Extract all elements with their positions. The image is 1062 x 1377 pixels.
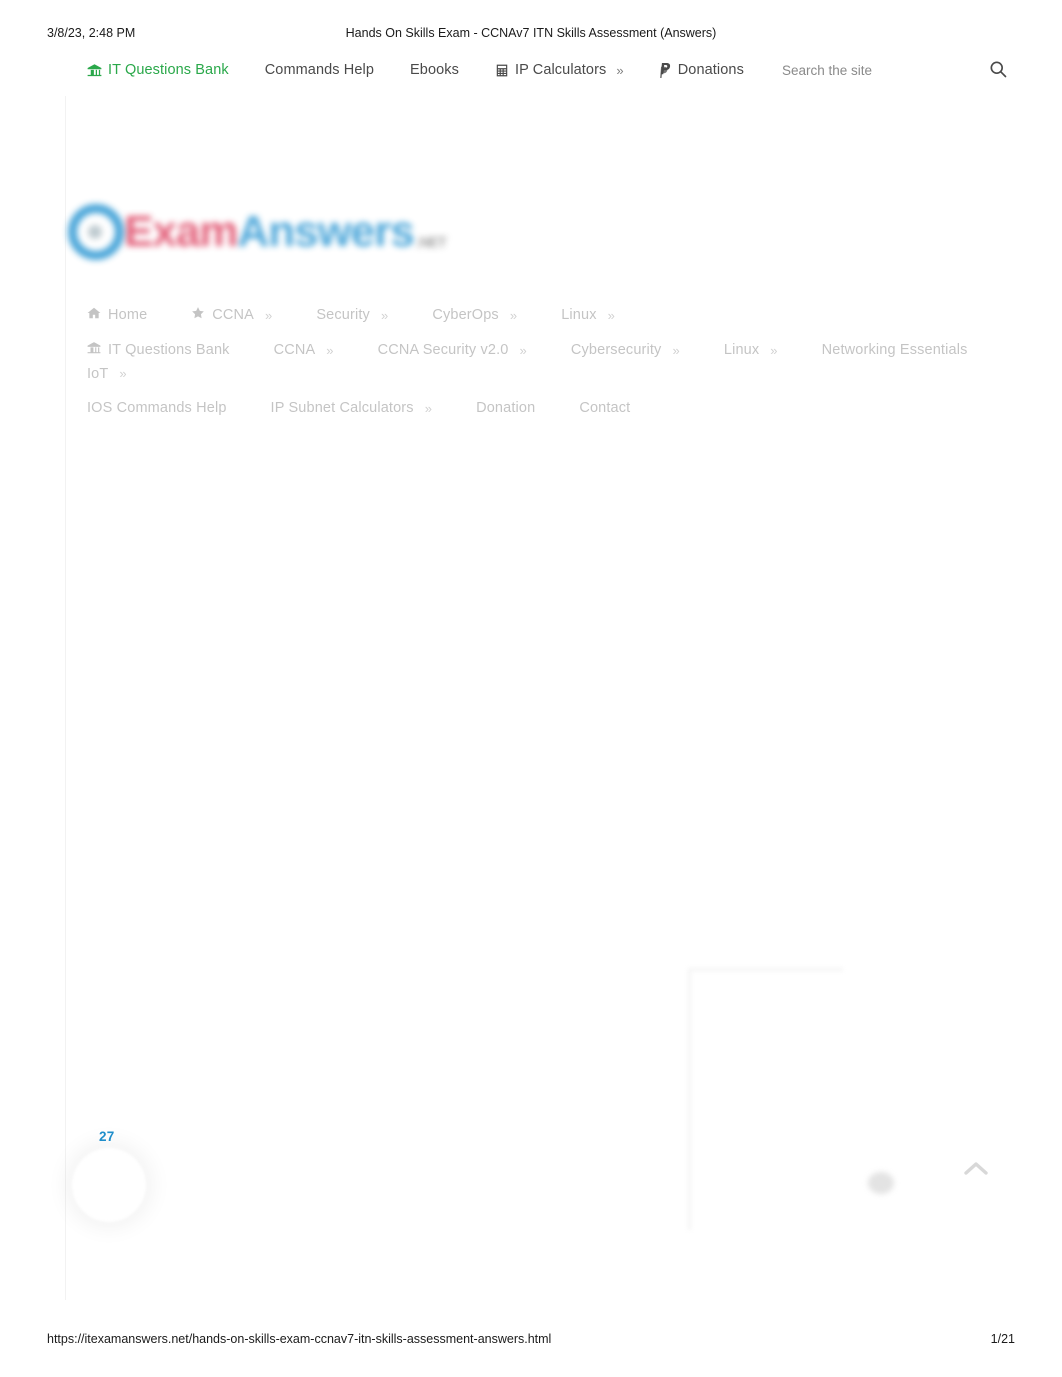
menu-item-ccna-security-v2[interactable]: CCNA Security v2.0 »	[356, 342, 549, 358]
topbar-item-it-questions-bank[interactable]: IT Questions Bank	[65, 62, 247, 78]
chevron-right-icon: »	[616, 62, 624, 78]
print-document-title: Hands On Skills Exam - CCNAv7 ITN Skills…	[345, 26, 717, 40]
chevron-right-icon: »	[119, 366, 127, 382]
print-page-number: 1/21	[990, 1332, 1015, 1346]
print-header: 3/8/23, 2:48 PM Hands On Skills Exam - C…	[0, 24, 1062, 42]
menu-item-security[interactable]: Security »	[294, 307, 410, 323]
menu-item-label: IT Questions Bank	[108, 342, 230, 359]
topbar-item-commands-help[interactable]: Commands Help	[247, 62, 392, 78]
share-widget[interactable]	[72, 1148, 146, 1222]
menu-item-donation[interactable]: Donation	[454, 400, 557, 416]
bank-icon	[87, 341, 101, 359]
topbar-item-label: IT Questions Bank	[108, 62, 229, 78]
menu-row-primary: Home CCNA » Security » CyberOps » Linux …	[65, 292, 1012, 338]
calculator-icon	[495, 63, 509, 78]
menu-item-label: CCNA	[273, 342, 316, 359]
chevron-right-icon: »	[509, 307, 518, 323]
chevron-right-icon: »	[380, 307, 389, 323]
logo-text-exam: Exam	[124, 207, 238, 256]
site-main-menus: Home CCNA » Security » CyberOps » Linux …	[65, 292, 1012, 431]
search-input[interactable]	[782, 62, 942, 78]
topbar-item-label: Donations	[677, 62, 744, 78]
chevron-right-icon: »	[519, 342, 527, 358]
menu-row-tertiary: IOS Commands Help IP Subnet Calculators …	[65, 385, 1012, 431]
topbar-nav: IT Questions Bank Commands Help Ebooks I…	[65, 62, 762, 78]
topbar-item-ip-calculators[interactable]: IP Calculators »	[477, 62, 642, 78]
print-url: https://itexamanswers.net/hands-on-skill…	[47, 1332, 552, 1346]
site-logo[interactable]: Exam Answers .NET	[68, 188, 447, 276]
menu-item-cybersecurity[interactable]: Cybersecurity »	[549, 342, 702, 358]
logo-text-answers: Answers	[237, 207, 414, 256]
topbar-item-label: IP Calculators	[514, 62, 607, 78]
paypal-icon	[659, 62, 672, 78]
menu-item-label: Cybersecurity	[570, 342, 662, 359]
menu-item-ccna[interactable]: CCNA »	[169, 306, 294, 324]
search-button[interactable]	[984, 56, 1012, 84]
topbar-item-label: Ebooks	[410, 62, 459, 78]
menu-item-label: IOS Commands Help	[87, 400, 227, 416]
chevron-right-icon: »	[770, 342, 778, 358]
circle-logo-icon	[68, 204, 124, 260]
menu-item-iot[interactable]: IoT »	[65, 366, 149, 382]
menu-item-label: Contact	[579, 400, 631, 416]
logo-text-tld: .NET	[415, 234, 447, 251]
menu-item-label: Networking Essentials	[821, 342, 968, 359]
menu-item-label: Linux	[723, 342, 760, 359]
menu-item-label: CCNA Security v2.0	[377, 342, 509, 359]
menu-item-cyberops[interactable]: CyberOps »	[410, 307, 539, 323]
menu-item-networking-essentials[interactable]: Networking Essentials	[800, 342, 990, 358]
chevron-right-icon: »	[326, 342, 334, 358]
menu-item-label: Linux	[561, 307, 597, 323]
menu-item-label: IP Subnet Calculators	[270, 400, 414, 416]
sidebar-image-placeholder	[868, 1172, 894, 1194]
topbar-item-donations[interactable]: Donations	[642, 62, 762, 78]
topbar-item-ebooks[interactable]: Ebooks	[392, 62, 477, 78]
chevron-right-icon: »	[672, 342, 680, 358]
sidebar-placeholder	[688, 968, 843, 1230]
topbar-item-label: Commands Help	[264, 62, 375, 78]
menu-item-it-questions-bank[interactable]: IT Questions Bank	[65, 341, 252, 359]
menu-item-linux[interactable]: Linux »	[539, 307, 637, 323]
star-icon	[191, 306, 205, 324]
chevron-right-icon: »	[424, 400, 433, 416]
menu-item-ios-commands-help[interactable]: IOS Commands Help	[65, 400, 249, 416]
menu-item-contact[interactable]: Contact	[557, 400, 652, 416]
menu-row-secondary: IT Questions Bank CCNA » CCNA Security v…	[65, 338, 1012, 385]
site-topbar: IT Questions Bank Commands Help Ebooks I…	[65, 50, 1012, 90]
chevron-right-icon: »	[264, 307, 273, 323]
bank-icon	[87, 63, 102, 78]
menu-item-label: CCNA	[212, 307, 254, 323]
printed-page: 3/8/23, 2:48 PM Hands On Skills Exam - C…	[0, 0, 1062, 1377]
site-search	[782, 50, 1012, 90]
menu-item-label: IoT	[87, 365, 109, 382]
menu-item-label: Home	[108, 307, 148, 323]
share-count: 27	[99, 1129, 115, 1144]
chevron-right-icon: »	[607, 307, 616, 323]
menu-item-ccna-2[interactable]: CCNA »	[252, 342, 356, 358]
chevron-up-icon	[963, 1160, 989, 1183]
menu-item-label: Security	[316, 307, 370, 323]
menu-item-ip-subnet-calculators[interactable]: IP Subnet Calculators »	[249, 400, 455, 416]
print-footer: https://itexamanswers.net/hands-on-skill…	[0, 1332, 1062, 1350]
scroll-to-top-button[interactable]	[960, 1155, 992, 1187]
menu-item-label: Donation	[476, 400, 536, 416]
menu-item-linux-2[interactable]: Linux »	[702, 342, 800, 358]
menu-item-label: CyberOps	[432, 307, 499, 323]
home-icon	[87, 306, 101, 324]
content-left-rule	[65, 96, 66, 1300]
menu-item-home[interactable]: Home	[65, 306, 169, 324]
search-icon	[988, 59, 1008, 82]
